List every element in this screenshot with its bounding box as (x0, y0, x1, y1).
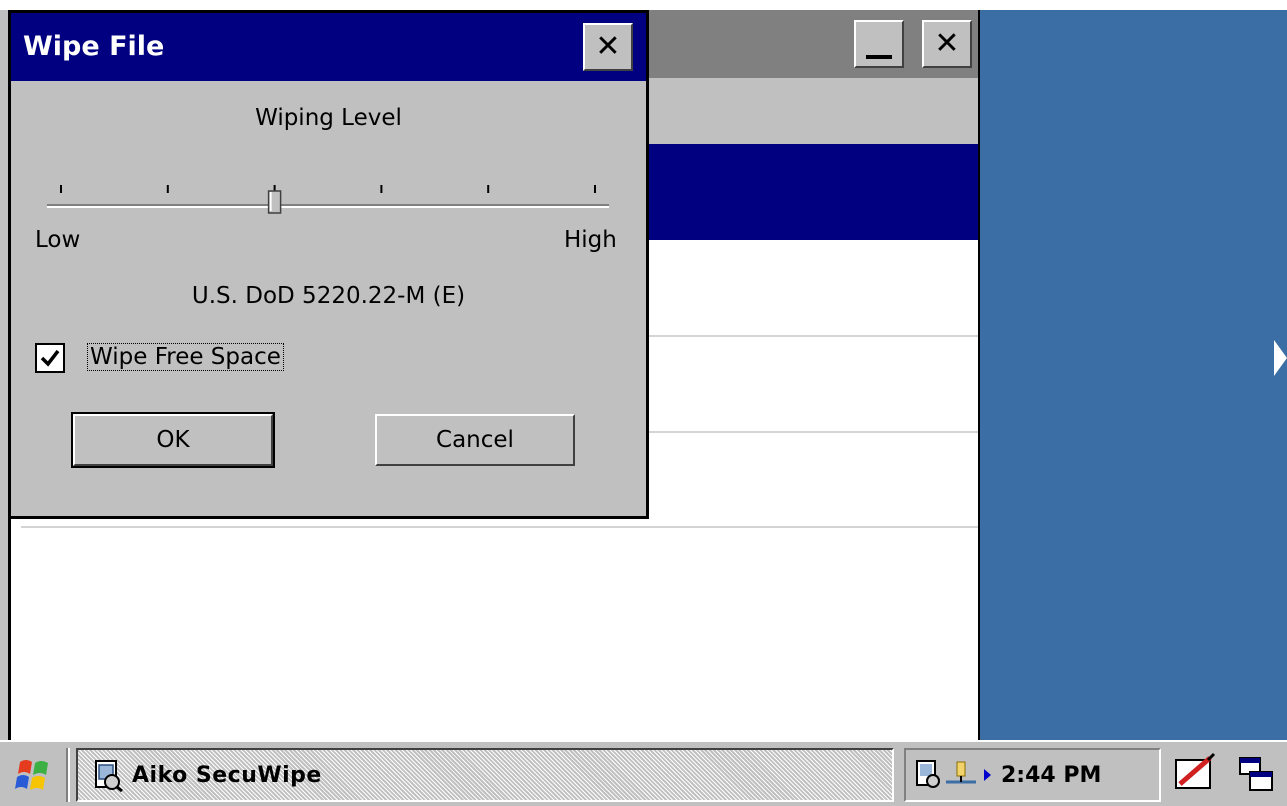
dialog-close-button[interactable]: ✕ (583, 23, 633, 71)
taskbar: Aiko SecuWipe 2:44 PM (0, 740, 1287, 806)
checkmark-icon (40, 349, 60, 367)
wiping-level-slider[interactable] (47, 179, 609, 229)
slider-high-label: High (564, 227, 617, 253)
minimize-icon (866, 55, 892, 59)
row-divider (21, 526, 978, 528)
slider-low-label: Low (35, 227, 81, 253)
close-icon: ✕ (595, 29, 621, 64)
dialog-title: Wipe File (23, 31, 165, 62)
wipe-free-space-checkbox[interactable] (35, 343, 65, 373)
secuwipe-app-icon (95, 760, 123, 792)
taskbar-app-button[interactable]: Aiko SecuWipe (76, 748, 894, 802)
wipe-free-space-label[interactable]: Wipe Free Space (87, 343, 284, 371)
dialog-titlebar: Wipe File ✕ (11, 13, 646, 81)
cancel-button[interactable]: Cancel (375, 414, 575, 466)
tray-expand-arrow-icon[interactable] (984, 769, 991, 781)
clock[interactable]: 2:44 PM (1001, 763, 1101, 788)
start-windows-icon[interactable] (10, 750, 60, 800)
system-tray: 2:44 PM (904, 748, 1161, 802)
input-panel-icon[interactable] (1170, 750, 1222, 800)
windows-switch-icon[interactable] (1234, 750, 1280, 800)
ok-button[interactable]: OK (71, 412, 275, 468)
minimize-button[interactable] (854, 20, 904, 68)
network-icon[interactable] (944, 758, 978, 792)
main-close-button[interactable]: ✕ (922, 20, 972, 68)
scroll-right-arrow-icon[interactable] (1274, 340, 1287, 376)
taskbar-separator (66, 748, 70, 802)
wipe-file-dialog: Wipe File ✕ Wiping Level Low High U.S. D… (8, 10, 649, 519)
desktop-top-strip (0, 0, 1287, 10)
desktop-background (980, 10, 1287, 740)
secuwipe-tray-icon[interactable] (914, 758, 944, 792)
slider-thumb[interactable] (267, 190, 282, 214)
taskbar-app-label: Aiko SecuWipe (132, 762, 322, 788)
close-icon: ✕ (934, 26, 960, 61)
wipe-method-label: U.S. DoD 5220.22-M (E) (191, 283, 466, 309)
wiping-level-label: Wiping Level (255, 105, 402, 131)
